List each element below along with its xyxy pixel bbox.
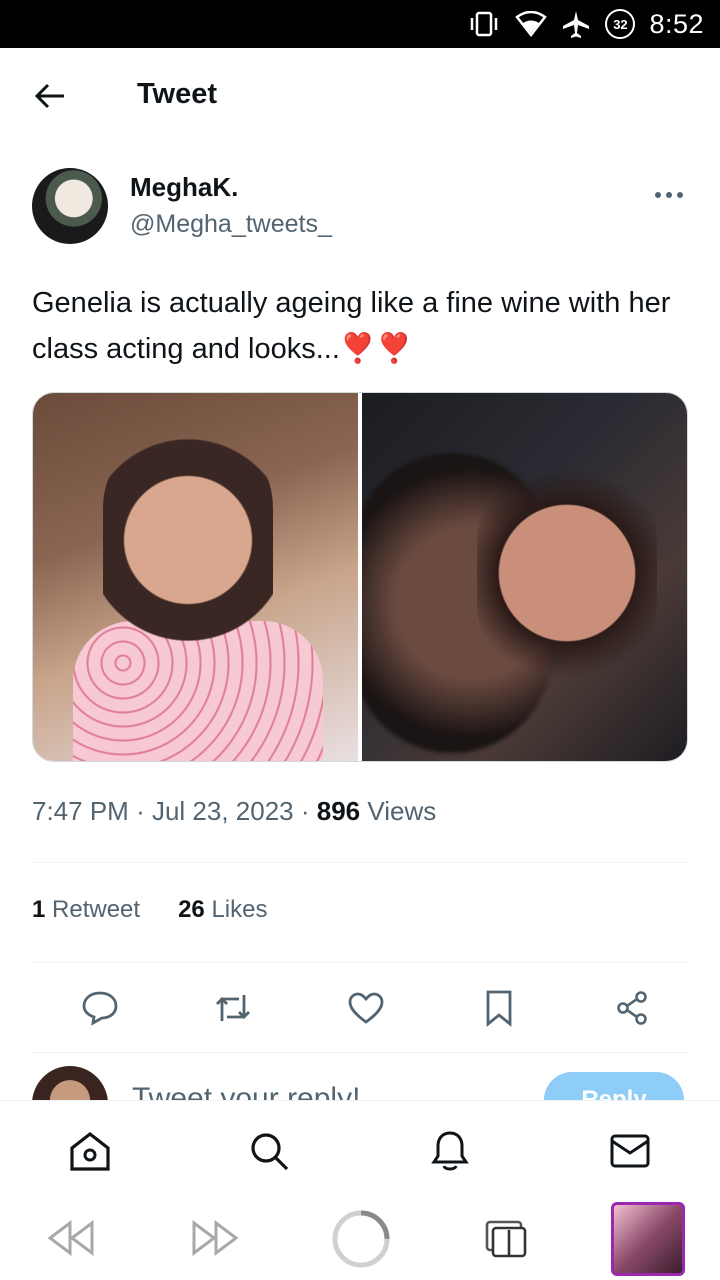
tabs-icon <box>485 1220 527 1258</box>
author-handle[interactable]: @Megha_tweets_ <box>130 210 332 239</box>
forward-button[interactable] <box>188 1212 244 1264</box>
reply-button[interactable] <box>80 988 120 1028</box>
loading-spinner-icon <box>332 1210 390 1268</box>
share-icon <box>617 991 647 1025</box>
reply-composer: Tweet your reply! Reply <box>0 1052 720 1100</box>
comment-icon <box>82 991 118 1026</box>
retweet-button[interactable] <box>213 988 253 1028</box>
home-icon <box>70 1131 110 1171</box>
retweets-stat[interactable]: 1 Retweet <box>32 896 140 924</box>
likes-label: Likes <box>211 896 268 923</box>
fast-forward-icon <box>192 1220 239 1256</box>
photo-subject <box>362 453 552 753</box>
battery-indicator: 32 <box>605 9 636 39</box>
likes-count: 26 <box>178 896 205 923</box>
nav-notifications[interactable] <box>428 1129 472 1173</box>
views-label: Views <box>367 796 437 826</box>
divider <box>32 962 688 963</box>
author-avatar[interactable] <box>32 168 108 244</box>
vibrate-icon <box>471 11 498 37</box>
airplane-icon <box>563 11 590 38</box>
more-horizontal-icon <box>655 192 683 198</box>
more-button[interactable] <box>654 176 684 207</box>
tabs-button[interactable] <box>478 1212 534 1264</box>
mail-icon <box>610 1134 650 1168</box>
retweets-label: Retweet <box>52 896 141 923</box>
tweet-meta: 7:47 PM · Jul 23, 2023 · 896 Views <box>32 796 436 827</box>
loading-button[interactable] <box>330 1208 392 1270</box>
wifi-icon <box>515 11 548 37</box>
meta-separator: · <box>300 796 317 826</box>
user-avatar[interactable] <box>32 1066 108 1100</box>
heart-icon <box>348 992 384 1024</box>
divider <box>32 862 688 863</box>
rewind-icon <box>47 1220 94 1256</box>
status-bar: 32 8:52 <box>0 0 720 48</box>
page-title: Tweet <box>137 78 218 110</box>
bottom-nav <box>0 1100 720 1196</box>
nav-home[interactable] <box>68 1129 112 1173</box>
tweet-photo-1[interactable] <box>33 393 358 761</box>
like-button[interactable] <box>346 988 386 1028</box>
tweet-actions <box>32 978 688 1038</box>
tweet-time[interactable]: 7:47 PM <box>32 796 129 826</box>
retweet-icon <box>216 995 250 1021</box>
tweet-date[interactable]: Jul 23, 2023 <box>152 796 294 826</box>
reply-submit-button[interactable]: Reply <box>544 1072 684 1100</box>
status-icons: 32 8:52 <box>467 0 704 48</box>
back-button[interactable] <box>28 74 72 118</box>
share-button[interactable] <box>612 988 652 1028</box>
views-count: 896 <box>316 796 361 826</box>
reply-input[interactable]: Tweet your reply! <box>132 1082 360 1100</box>
tweet-photo-2[interactable] <box>362 393 687 761</box>
likes-stat[interactable]: 26 Likes <box>178 896 267 924</box>
nav-messages[interactable] <box>608 1129 652 1173</box>
rewind-button[interactable] <box>42 1212 98 1264</box>
nav-search[interactable] <box>247 1129 291 1173</box>
bookmark-button[interactable] <box>479 988 519 1028</box>
meta-separator: · <box>136 796 152 826</box>
tweet-emoji: ❣️❣️ <box>339 333 413 365</box>
tweet-stats: 1 Retweet 26 Likes <box>32 896 267 924</box>
tweet-author: MeghaK. @Megha_tweets_ <box>32 168 688 248</box>
bell-icon <box>431 1131 469 1171</box>
author-name[interactable]: MeghaK. <box>130 172 238 203</box>
retweets-count: 1 <box>32 896 46 923</box>
profile-thumbnail[interactable] <box>611 1202 685 1276</box>
arrow-left-icon <box>34 83 64 109</box>
tweet-text: Genelia is actually ageing like a fine w… <box>32 280 688 372</box>
status-time: 8:52 <box>649 8 704 39</box>
top-bar: Tweet <box>0 48 720 148</box>
tweet-media <box>32 392 688 762</box>
photo-scarf <box>73 621 323 761</box>
bookmark-icon <box>486 990 512 1027</box>
search-icon <box>251 1133 289 1171</box>
